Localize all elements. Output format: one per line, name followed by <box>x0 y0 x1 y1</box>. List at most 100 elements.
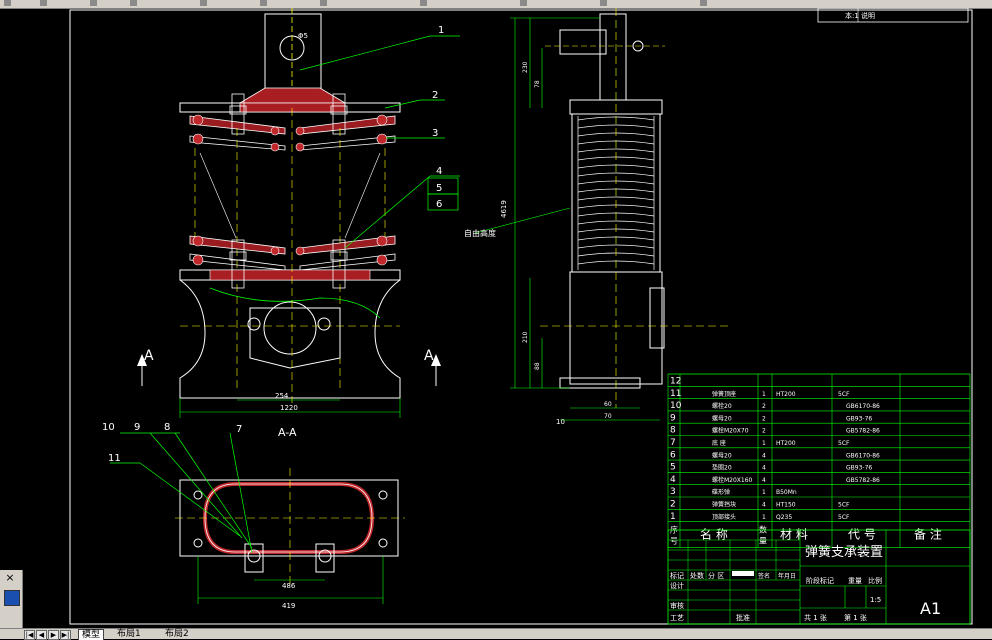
tb-paper-size: A1 <box>920 599 941 618</box>
cut-marker-left: A <box>144 348 154 364</box>
next-tab-button[interactable]: ▶ <box>48 630 59 640</box>
tb-weight: 重量 <box>848 577 862 585</box>
bom-row-qty: 2 <box>762 403 766 410</box>
bom-row-qty: 4 <box>762 502 766 509</box>
bom-row-name: 螺母20 <box>712 451 732 459</box>
bom-row-no: 8 <box>670 426 676 436</box>
balloon-5: 5 <box>436 183 442 194</box>
tool-icon[interactable] <box>600 0 607 6</box>
tb-check: 审核 <box>670 601 684 610</box>
tab-model[interactable]: 模型 <box>78 629 105 640</box>
balloon-11: 11 <box>108 453 121 464</box>
bom-row-note: 5CF <box>838 391 850 398</box>
bom-row-note: 5CF <box>838 514 850 521</box>
dim-span-inner: 486 <box>282 582 296 590</box>
bom-row-material: HT200 <box>776 440 796 447</box>
bom-row-code: GB93-76 <box>846 465 872 472</box>
bom-row-no: 6 <box>670 450 676 460</box>
bom-row-code: GB6170-86 <box>846 452 880 459</box>
last-tab-button[interactable]: ▶| <box>60 630 71 640</box>
bom-row-no: 7 <box>670 438 676 448</box>
dim-inner: 254 <box>275 392 289 400</box>
dim-top2: 78 <box>534 80 541 88</box>
bom-table: 1211 弹簧顶座 1 HT200 5CF10 螺栓20 2 GB6170-869 螺母20 2 G… <box>667 373 971 548</box>
bom-row-note: 5CF <box>838 440 850 447</box>
tb-design: 设计 <box>670 581 684 590</box>
bom-row-name: 螺母20 <box>712 414 732 422</box>
bom-row-note: 5CF <box>838 502 850 509</box>
tb-scale: 比例 <box>868 576 882 585</box>
tb-stage: 阶段标记 <box>806 576 834 585</box>
dim-w3: 70 <box>604 413 612 420</box>
bom-header-no: 序 <box>670 525 678 535</box>
dim-w1: 10 <box>556 418 565 426</box>
bom-row-name: 顶部接头 <box>712 513 736 521</box>
section-label: A-A <box>278 426 297 439</box>
prev-tab-button[interactable]: ◀ <box>36 630 47 640</box>
bom-row-no: 5 <box>670 463 676 473</box>
dim-base2: 88 <box>534 362 541 370</box>
balloon-6: 6 <box>436 199 442 210</box>
bom-row-material: HT200 <box>776 391 796 398</box>
top-note: 本:1 说明 <box>845 11 875 20</box>
drawing-canvas[interactable]: 本:1 说明 Φ5 A A 254 1220 1 2 3 4 5 6 A-A 4… <box>0 7 992 628</box>
balloon-2: 2 <box>432 90 438 101</box>
title-block: 弹簧支承装置 标记 处数 分 区 签名 年月日 设计 审核 工艺 批准 阶段标记… <box>667 529 971 625</box>
tb-sheet-no: 第 1 张 <box>844 613 867 622</box>
bom-row-no: 3 <box>670 487 676 497</box>
balloon-1: 1 <box>438 25 444 36</box>
tool-icon[interactable] <box>520 0 527 6</box>
dim-base: 210 <box>522 331 529 343</box>
bom-row-qty: 4 <box>762 465 766 472</box>
layout-tabs-bar: |◀ ◀ ▶ ▶| 模型 布局1 布局2 <box>0 628 992 640</box>
bom-row-code: GB5782-86 <box>846 477 880 484</box>
front-view: Φ5 A A 254 1220 <box>137 8 441 418</box>
cad-drawing: 本:1 说明 Φ5 A A 254 1220 1 2 3 4 5 6 A-A 4… <box>69 7 973 625</box>
bom-row-code: GB93-76 <box>846 415 872 422</box>
bom-row-name: 底 座 <box>712 439 726 447</box>
balloon-9: 9 <box>134 422 140 433</box>
tool-icon[interactable] <box>40 0 47 6</box>
tool-icon[interactable] <box>200 0 207 6</box>
bom-row-code: GB6170-86 <box>846 403 880 410</box>
bom-header-note: 备 注 <box>914 527 942 542</box>
tool-icon[interactable] <box>4 0 11 6</box>
tool-icon[interactable] <box>130 0 137 6</box>
balloon-8: 8 <box>164 422 170 433</box>
first-tab-button[interactable]: |◀ <box>24 630 35 640</box>
bom-header-qty: 数 <box>759 525 767 535</box>
tool-icon[interactable] <box>260 0 267 6</box>
bom-row-qty: 1 <box>762 514 766 521</box>
drawing-title: 弹簧支承装置 <box>805 544 883 560</box>
dim-top: 230 <box>522 61 529 73</box>
free-height-note: 自由高度 <box>464 228 496 238</box>
tool-icon[interactable] <box>320 0 327 6</box>
bom-row-no: 12 <box>670 377 681 387</box>
tool-icon[interactable] <box>700 0 707 6</box>
dock-icon[interactable] <box>4 590 20 606</box>
tb-craft: 工艺 <box>670 614 684 622</box>
close-icon[interactable]: × <box>4 572 16 584</box>
section-view: A-A 486 419 10 9 8 7 11 <box>102 422 405 610</box>
tb-sheet-total: 共 1 张 <box>804 613 827 622</box>
dim-outer: 1220 <box>280 404 298 412</box>
tool-icon[interactable] <box>90 0 97 6</box>
bom-row-qty: 4 <box>762 477 766 484</box>
balloon-4: 4 <box>436 166 442 177</box>
bom-row-qty: 2 <box>762 415 766 422</box>
bom-row-no: 1 <box>670 512 676 522</box>
tb-scale-value: 1:5 <box>870 596 881 604</box>
bom-row-code: GB5782-86 <box>846 428 880 435</box>
bom-row-name: 碟形弹 <box>712 488 730 496</box>
bom-row-qty: 1 <box>762 391 766 398</box>
dim-span-outer: 419 <box>282 602 295 610</box>
tb-count: 处数 <box>690 571 704 580</box>
dim-total-height: 4619 <box>500 200 508 218</box>
balloon-10: 10 <box>102 422 115 433</box>
bom-header-qty: 量 <box>759 537 767 546</box>
bom-row-name: 垫圈20 <box>712 464 732 472</box>
bom-row-material: Q235 <box>776 514 792 521</box>
tool-icon[interactable] <box>420 0 427 6</box>
bom-row-material: B50Mn <box>776 489 797 496</box>
tb-date: 年月日 <box>778 572 796 580</box>
